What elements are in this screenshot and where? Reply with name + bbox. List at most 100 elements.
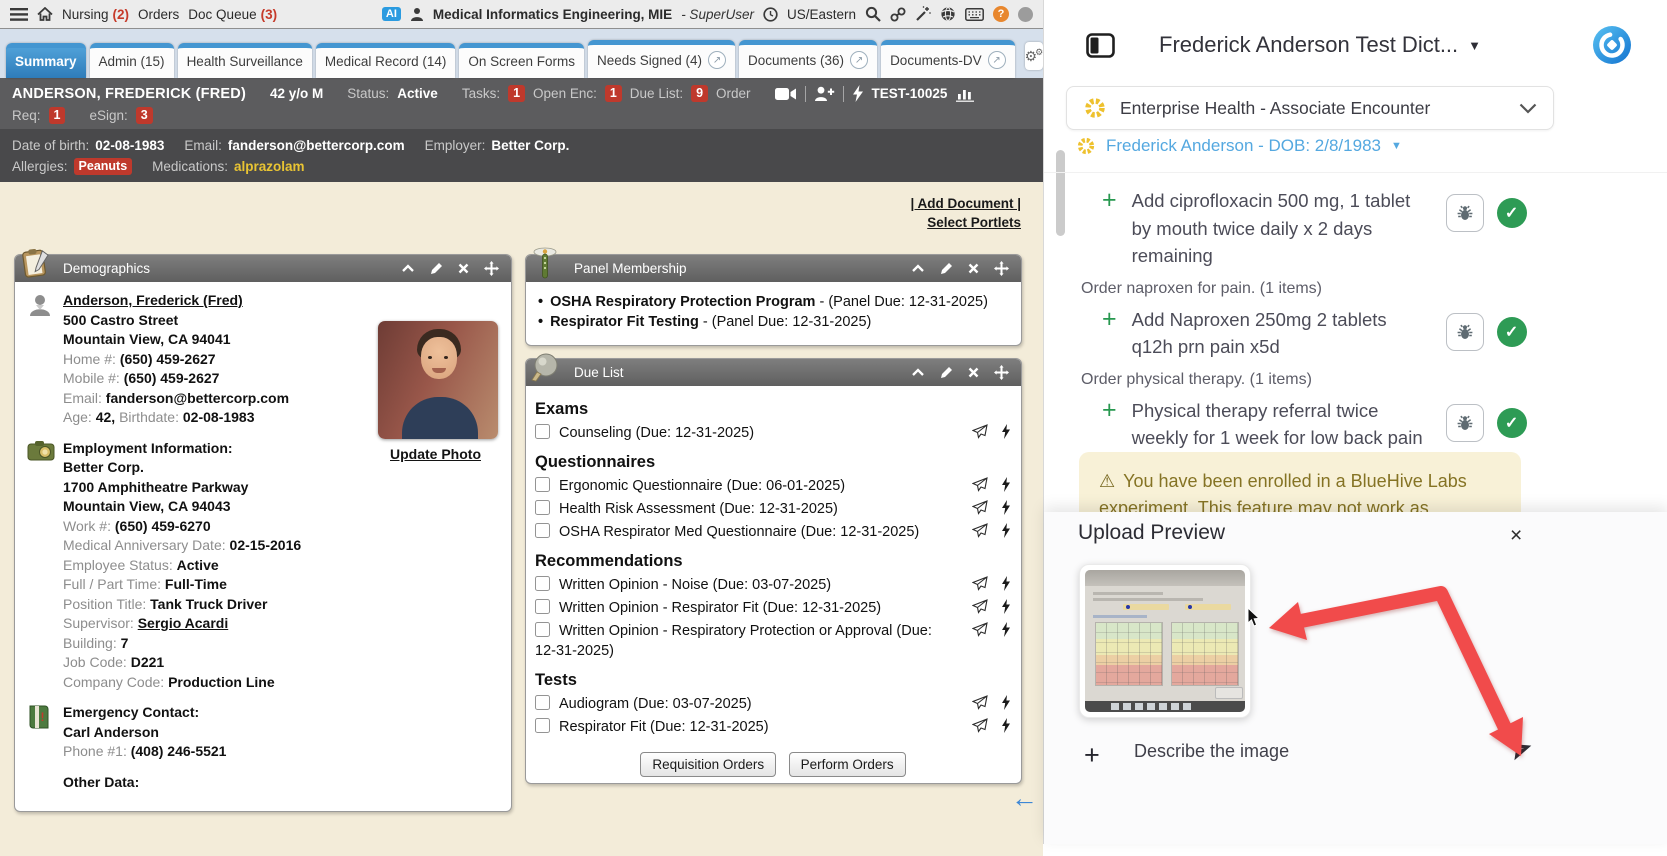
add-order-plus-icon[interactable]: + bbox=[1102, 397, 1117, 424]
allergy-badge[interactable]: Peanuts bbox=[74, 158, 133, 175]
select-portlets-link[interactable]: Select Portlets bbox=[910, 215, 1021, 230]
checkbox[interactable] bbox=[535, 576, 550, 591]
quick-order-bolt-icon[interactable] bbox=[1001, 576, 1011, 591]
checkbox[interactable] bbox=[535, 477, 550, 492]
link-icon[interactable] bbox=[890, 7, 906, 22]
quick-order-bolt-icon[interactable] bbox=[1001, 424, 1011, 439]
close-icon[interactable] bbox=[968, 263, 979, 274]
add-order-plus-icon[interactable]: + bbox=[1102, 306, 1117, 333]
external-link-icon[interactable]: ↗ bbox=[988, 51, 1006, 69]
close-icon[interactable]: × bbox=[1510, 525, 1522, 546]
add-document-link[interactable]: | Add Document | bbox=[910, 196, 1021, 211]
send-plane-icon[interactable] bbox=[972, 718, 988, 733]
nav-nursing[interactable]: Nursing(2) bbox=[62, 7, 129, 22]
tab-medical-record[interactable]: Medical Record (14) bbox=[316, 43, 456, 78]
search-icon[interactable] bbox=[865, 6, 881, 22]
attach-plus-icon[interactable]: + bbox=[1084, 742, 1100, 769]
ai-badge[interactable]: AI bbox=[382, 7, 401, 21]
edit-pencil-icon[interactable] bbox=[430, 262, 443, 275]
encounter-bolt-icon[interactable] bbox=[852, 85, 864, 102]
quick-order-bolt-icon[interactable] bbox=[1001, 599, 1011, 614]
checkbox[interactable] bbox=[535, 599, 550, 614]
medication-value[interactable]: alprazolam bbox=[234, 159, 305, 174]
tab-settings-gears-icon[interactable]: ⚙⚙ bbox=[1025, 42, 1044, 70]
help-icon[interactable]: ? bbox=[993, 6, 1009, 22]
chevron-down-icon[interactable] bbox=[1519, 103, 1537, 114]
collapse-icon[interactable] bbox=[911, 368, 925, 377]
panel-membership-header[interactable]: Panel Membership bbox=[526, 255, 1021, 282]
tab-documents-dv[interactable]: Documents-DV↗ bbox=[881, 40, 1015, 78]
move-icon[interactable] bbox=[994, 261, 1009, 276]
checkbox[interactable] bbox=[535, 500, 550, 515]
collapse-panel-arrow[interactable]: ← bbox=[1011, 783, 1038, 814]
tab-health-surveillance[interactable]: Health Surveillance bbox=[178, 43, 312, 78]
chevron-down-icon[interactable]: ▼ bbox=[1468, 38, 1481, 53]
move-icon[interactable] bbox=[484, 261, 499, 276]
chart-stats-icon[interactable] bbox=[955, 86, 975, 102]
quick-order-bolt-icon[interactable] bbox=[1001, 695, 1011, 710]
send-plane-icon[interactable] bbox=[972, 523, 988, 538]
add-user-icon[interactable] bbox=[814, 86, 835, 101]
send-plane-icon[interactable] bbox=[972, 599, 988, 614]
tab-on-screen-forms[interactable]: On Screen Forms bbox=[459, 43, 584, 78]
checkbox[interactable] bbox=[535, 622, 550, 637]
tasks-badge[interactable]: 1 bbox=[508, 85, 525, 102]
quick-order-bolt-icon[interactable] bbox=[1001, 523, 1011, 538]
add-order-plus-icon[interactable]: + bbox=[1102, 187, 1117, 214]
magic-wand-icon[interactable] bbox=[915, 6, 931, 22]
demographics-header[interactable]: Demographics bbox=[15, 255, 511, 282]
debug-button[interactable] bbox=[1446, 194, 1484, 232]
requisition-orders-button[interactable]: Requisition Orders bbox=[640, 752, 776, 777]
globe-icon[interactable] bbox=[940, 6, 956, 22]
send-plane-icon[interactable] bbox=[972, 622, 988, 637]
dictation-title[interactable]: Frederick Anderson Test Dict... bbox=[1159, 32, 1458, 58]
patient-name-link[interactable]: Anderson, Frederick (Fred) bbox=[63, 292, 243, 308]
hamburger-menu-icon[interactable] bbox=[10, 8, 28, 21]
external-link-icon[interactable]: ↗ bbox=[708, 51, 726, 69]
checkbox[interactable] bbox=[535, 695, 550, 710]
send-plane-icon[interactable] bbox=[972, 500, 988, 515]
encounter-selector[interactable]: Enterprise Health - Associate Encounter bbox=[1066, 86, 1554, 130]
send-plane-icon[interactable] bbox=[1508, 736, 1534, 762]
describe-image-input[interactable] bbox=[1132, 740, 1426, 763]
nav-orders[interactable]: Orders bbox=[138, 7, 179, 22]
move-icon[interactable] bbox=[994, 365, 1009, 380]
keyboard-icon[interactable] bbox=[965, 8, 984, 21]
checkbox[interactable] bbox=[535, 424, 550, 439]
close-icon[interactable] bbox=[458, 263, 469, 274]
panel-toggle-icon[interactable] bbox=[1086, 33, 1115, 58]
send-plane-icon[interactable] bbox=[972, 695, 988, 710]
quick-order-bolt-icon[interactable] bbox=[1001, 500, 1011, 515]
home-icon[interactable] bbox=[37, 7, 53, 21]
record-id[interactable]: TEST-10025 bbox=[872, 86, 948, 101]
send-plane-icon[interactable] bbox=[972, 477, 988, 492]
supervisor-link[interactable]: Sergio Acardi bbox=[138, 615, 229, 631]
external-link-icon[interactable]: ↗ bbox=[850, 51, 868, 69]
due-list-badge[interactable]: 9 bbox=[691, 85, 708, 102]
bluehive-logo[interactable] bbox=[1592, 25, 1632, 65]
edit-pencil-icon[interactable] bbox=[940, 262, 953, 275]
video-camera-icon[interactable] bbox=[775, 87, 797, 101]
collapse-icon[interactable] bbox=[401, 264, 415, 273]
upload-thumbnail[interactable] bbox=[1079, 564, 1251, 718]
quick-order-bolt-icon[interactable] bbox=[1001, 477, 1011, 492]
edit-pencil-icon[interactable] bbox=[940, 366, 953, 379]
collapse-icon[interactable] bbox=[911, 264, 925, 273]
tab-needs-signed[interactable]: Needs Signed (4)↗ bbox=[588, 40, 735, 78]
nav-doc-queue[interactable]: Doc Queue(3) bbox=[188, 7, 277, 22]
debug-button[interactable] bbox=[1446, 404, 1484, 442]
close-icon[interactable] bbox=[968, 367, 979, 378]
clock-icon[interactable] bbox=[763, 7, 778, 22]
open-enc-badge[interactable]: 1 bbox=[605, 85, 622, 102]
patient-selector[interactable]: Frederick Anderson - DOB: 2/8/1983 ▼ bbox=[1076, 136, 1402, 156]
avatar[interactable] bbox=[1018, 7, 1033, 22]
send-plane-icon[interactable] bbox=[972, 576, 988, 591]
order-link[interactable]: Order bbox=[716, 86, 751, 101]
esign-badge[interactable]: 3 bbox=[136, 107, 153, 124]
tab-admin[interactable]: Admin (15) bbox=[90, 43, 174, 78]
quick-order-bolt-icon[interactable] bbox=[1001, 718, 1011, 733]
req-badge[interactable]: 1 bbox=[49, 107, 66, 124]
checkbox[interactable] bbox=[535, 718, 550, 733]
checkbox[interactable] bbox=[535, 523, 550, 538]
tab-summary[interactable]: Summary bbox=[6, 43, 86, 78]
